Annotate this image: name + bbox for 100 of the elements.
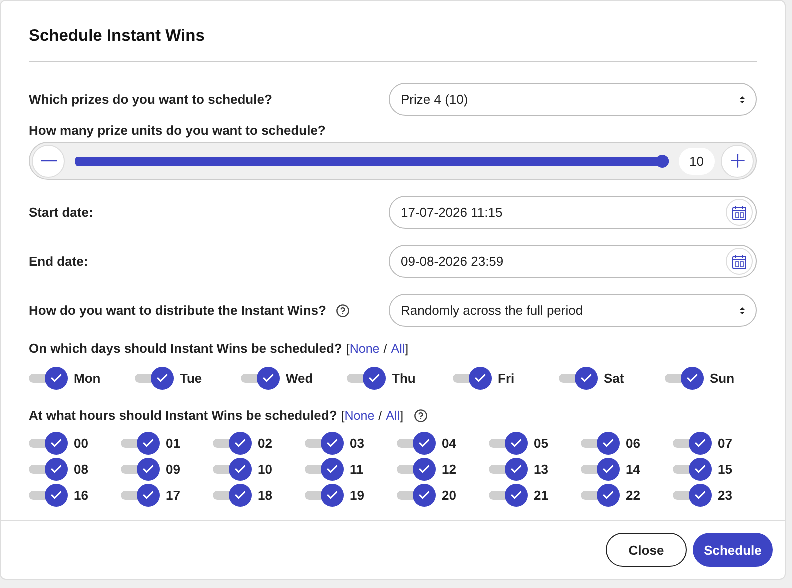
all-link[interactable]: All — [391, 342, 406, 356]
calendar-button[interactable] — [726, 199, 753, 226]
toggle-switch[interactable] — [213, 458, 252, 481]
toggle-switch[interactable] — [673, 484, 712, 507]
check-icon — [686, 372, 699, 385]
toggle-label: 12 — [442, 462, 456, 477]
prize-select[interactable]: Prize 4 (10) — [389, 83, 757, 116]
check-icon — [156, 372, 169, 385]
toggle-label: 22 — [626, 488, 640, 503]
check-icon — [474, 372, 487, 385]
toggle-switch[interactable] — [581, 432, 620, 455]
toggle-switch[interactable] — [305, 432, 344, 455]
toggle-label: Wed — [286, 371, 314, 386]
check-icon — [418, 463, 431, 476]
toggle-label: Thu — [392, 371, 416, 386]
toggle-label: 19 — [350, 488, 364, 503]
toggle-label: 14 — [626, 462, 640, 477]
toggle-label: 11 — [350, 462, 364, 477]
toggle-switch[interactable] — [673, 432, 712, 455]
check-icon — [368, 372, 381, 385]
check-icon — [510, 489, 523, 502]
toggle-label: 04 — [442, 436, 456, 451]
toggle-label: Sun — [710, 371, 735, 386]
check-icon — [418, 437, 431, 450]
question-label: At what hours should Instant Wins be scheduled? — [29, 408, 338, 423]
bracket-text: [ — [341, 408, 345, 422]
toggle-label: 17 — [166, 488, 180, 503]
schedule-button[interactable]: Schedule — [693, 533, 773, 567]
toggle-switch[interactable] — [29, 367, 68, 390]
toggle-switch[interactable] — [305, 484, 344, 507]
toggle-switch[interactable] — [121, 432, 160, 455]
help-icon[interactable] — [414, 408, 428, 422]
question-label: How do you want to distribute the Instant Wins? — [29, 303, 326, 318]
toggle-switch[interactable] — [397, 432, 436, 455]
distribution-select[interactable]: Randomly across the full period — [389, 294, 757, 327]
toggle-switch[interactable] — [581, 484, 620, 507]
question-label: Which prizes do you want to schedule? — [29, 92, 272, 107]
separator-text: / — [384, 342, 388, 356]
toggle-switch[interactable] — [581, 458, 620, 481]
toggle-label: 13 — [534, 462, 548, 477]
separator-text: / — [378, 408, 382, 422]
close-button[interactable]: Close — [606, 533, 687, 567]
toggle-switch[interactable] — [29, 432, 68, 455]
toggle-label: 05 — [534, 436, 548, 451]
check-icon — [234, 437, 247, 450]
toggle-switch[interactable] — [397, 458, 436, 481]
toggle-label: 03 — [350, 436, 364, 451]
caret-icon — [739, 94, 746, 104]
calendar-icon — [732, 204, 747, 220]
none-link[interactable]: None — [344, 408, 375, 422]
check-icon — [602, 463, 615, 476]
check-icon — [50, 437, 63, 450]
toggle-switch[interactable] — [305, 458, 344, 481]
help-icon[interactable] — [336, 304, 350, 318]
check-icon — [50, 372, 63, 385]
toggle-switch[interactable] — [453, 367, 492, 390]
check-icon — [142, 437, 155, 450]
plus-button[interactable] — [721, 144, 754, 178]
toggle-label: 18 — [258, 488, 272, 503]
slider-fill[interactable] — [75, 154, 669, 168]
toggle-label: Sat — [604, 371, 624, 386]
toggle-label: 10 — [258, 462, 272, 477]
toggle-switch[interactable] — [347, 367, 386, 390]
bracket-text: [ — [346, 342, 350, 356]
toggle-switch[interactable] — [397, 484, 436, 507]
check-icon — [694, 489, 707, 502]
toggle-label: 06 — [626, 436, 640, 451]
toggle-switch[interactable] — [489, 484, 528, 507]
toggle-switch[interactable] — [489, 432, 528, 455]
check-icon — [326, 463, 339, 476]
toggle-switch[interactable] — [673, 458, 712, 481]
toggle-switch[interactable] — [213, 484, 252, 507]
check-icon — [326, 437, 339, 450]
check-icon — [142, 489, 155, 502]
question-label: Start date: — [29, 205, 94, 220]
check-icon — [602, 489, 615, 502]
none-link[interactable]: None — [350, 342, 380, 356]
toggle-label: 23 — [718, 488, 732, 503]
toggle-switch[interactable] — [665, 367, 704, 390]
question-label: On which days should Instant Wins be scheduled? — [29, 341, 342, 356]
check-icon — [418, 489, 431, 502]
toggle-switch[interactable] — [121, 458, 160, 481]
toggle-switch[interactable] — [135, 367, 174, 390]
all-link[interactable]: All — [386, 408, 400, 422]
date-field[interactable]: 09-08-2026 23:59 — [389, 245, 757, 278]
check-icon — [326, 489, 339, 502]
toggle-switch[interactable] — [241, 367, 280, 390]
toggle-switch[interactable] — [213, 432, 252, 455]
toggle-switch[interactable] — [559, 367, 598, 390]
caret-icon — [739, 306, 746, 316]
date-field[interactable]: 17-07-2026 11:15 — [389, 196, 757, 229]
check-icon — [602, 437, 615, 450]
toggle-switch[interactable] — [29, 484, 68, 507]
toggle-switch[interactable] — [121, 484, 160, 507]
toggle-switch[interactable] — [489, 458, 528, 481]
toggle-switch[interactable] — [29, 458, 68, 481]
check-icon — [234, 463, 247, 476]
check-icon — [694, 437, 707, 450]
calendar-button[interactable] — [726, 248, 753, 275]
bracket-text: ] — [405, 342, 409, 356]
